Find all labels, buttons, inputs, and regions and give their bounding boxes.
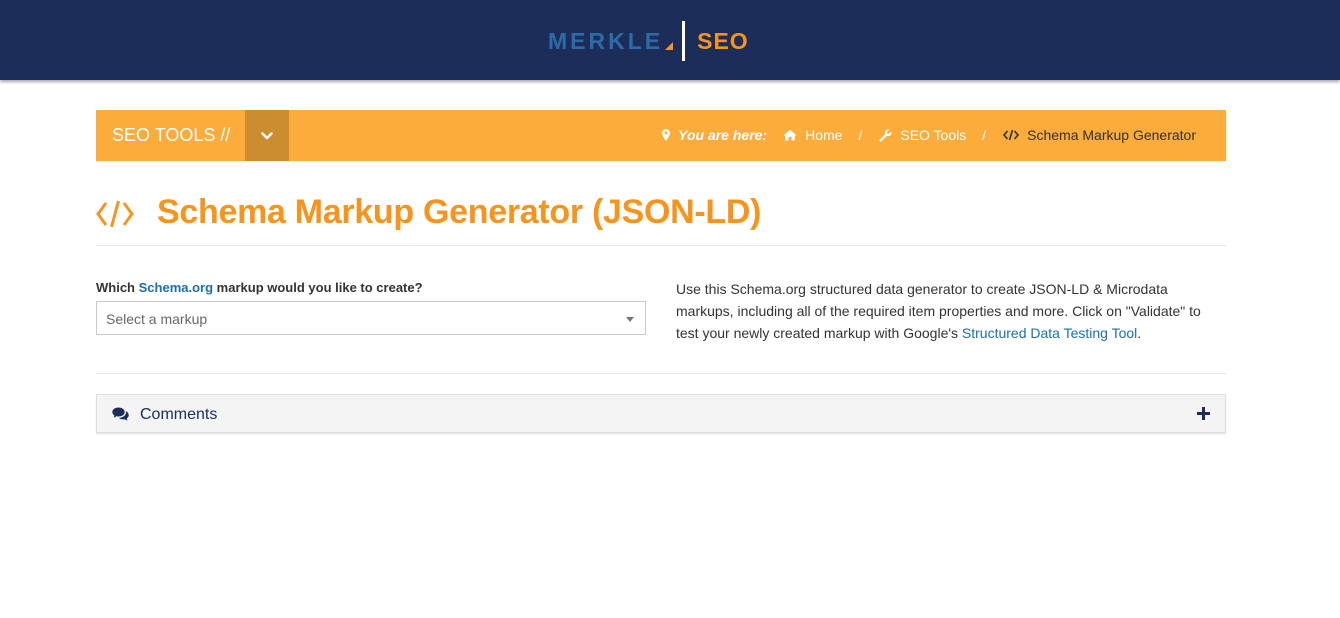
merkle-seo-logo[interactable]: MERKLE SEO	[548, 20, 749, 62]
chevron-down-icon	[261, 131, 273, 139]
tools-menu-toggle-button[interactable]	[245, 110, 289, 161]
map-marker-icon	[662, 129, 671, 141]
plus-icon[interactable]	[1197, 407, 1210, 420]
label-suffix: markup would you like to create?	[216, 280, 423, 295]
logo-seo-text: SEO	[697, 27, 749, 54]
code-icon	[1003, 129, 1020, 141]
comments-label: Comments	[140, 406, 218, 423]
logo-merkle-text: MERKLE	[548, 27, 664, 54]
home-icon	[783, 129, 797, 141]
markup-select[interactable]: Select a markup	[96, 301, 646, 335]
seo-tools-bar: SEO TOOLS // You are here: Home / SEO To…	[96, 110, 1226, 161]
breadcrumb-seo-tools-link[interactable]: SEO Tools	[879, 127, 966, 143]
markup-select-label: Which Schema.org markup would you like t…	[96, 280, 423, 295]
description-end: .	[1137, 325, 1142, 341]
breadcrumb-home-label: Home	[805, 127, 843, 143]
page-title: Schema Markup Generator (JSON-LD)	[157, 193, 762, 231]
section-divider	[96, 373, 1226, 374]
logo-divider	[682, 21, 686, 61]
caret-down-icon	[626, 317, 634, 322]
breadcrumb-separator: /	[858, 127, 863, 143]
structured-data-testing-tool-link[interactable]: Structured Data Testing Tool	[962, 325, 1137, 341]
page-title-row: Schema Markup Generator (JSON-LD)	[96, 190, 1226, 246]
comments-panel-header[interactable]: Comments	[96, 394, 1226, 433]
schema-org-link[interactable]: Schema.org	[139, 280, 213, 295]
breadcrumb-seo-tools-label: SEO Tools	[900, 127, 967, 143]
breadcrumb-current-label: Schema Markup Generator	[1027, 127, 1196, 143]
breadcrumb-home-link[interactable]: Home	[783, 127, 842, 143]
logo-triangle-icon	[665, 41, 674, 50]
code-icon	[96, 200, 134, 228]
wrench-icon	[879, 129, 892, 142]
label-prefix: Which	[96, 280, 135, 295]
breadcrumb-current-page: Schema Markup Generator	[1003, 127, 1196, 143]
markup-select-placeholder: Select a markup	[106, 311, 208, 327]
top-header: MERKLE SEO	[0, 0, 1340, 80]
breadcrumb-prefix: You are here:	[678, 127, 768, 143]
tool-description: Use this Schema.org structured data gene…	[676, 278, 1226, 344]
breadcrumb: You are here: Home / SEO Tools / Schema …	[662, 127, 1196, 143]
breadcrumb-separator: /	[982, 127, 987, 143]
seo-tools-title[interactable]: SEO TOOLS //	[112, 125, 230, 146]
comments-icon	[112, 407, 129, 421]
